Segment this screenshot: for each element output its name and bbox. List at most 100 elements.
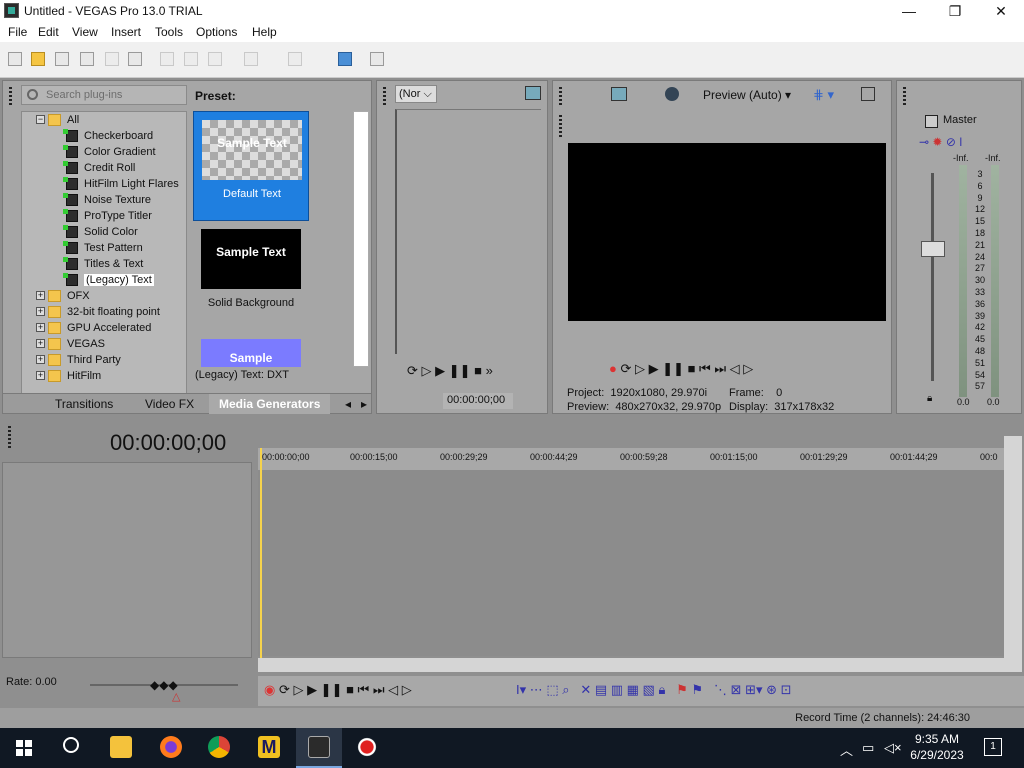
tree-item-credit-roll[interactable]: Credit Roll bbox=[63, 160, 135, 176]
trimmer-monitor-icon[interactable] bbox=[525, 86, 541, 100]
menu-bar: File Edit View Insert Tools Options Help bbox=[0, 22, 1024, 42]
panel-grip[interactable] bbox=[383, 87, 386, 105]
preset-scrollbar[interactable] bbox=[353, 111, 369, 367]
taskbar-firefox[interactable] bbox=[148, 728, 194, 768]
expand-icon[interactable]: + bbox=[36, 323, 45, 332]
folder-icon bbox=[48, 354, 61, 367]
expand-icon[interactable]: + bbox=[36, 339, 45, 348]
collapse-icon[interactable]: − bbox=[36, 115, 45, 124]
menu-file[interactable]: File bbox=[8, 25, 27, 39]
taskbar-clock[interactable]: 9:35 AM 6/29/2023 bbox=[905, 731, 969, 763]
lock-icon[interactable]: 🔒︎ bbox=[927, 393, 932, 404]
tree-item-titles-text[interactable]: Titles & Text bbox=[63, 256, 143, 272]
menu-edit[interactable]: Edit bbox=[38, 25, 59, 39]
master-fx-icons[interactable]: ⊸ ✹ ⊘ ǀ bbox=[919, 135, 962, 149]
tree-item-noise-texture[interactable]: Noise Texture bbox=[63, 192, 151, 208]
panel-grip[interactable] bbox=[8, 426, 11, 448]
menu-help[interactable]: Help bbox=[252, 25, 277, 39]
enable-snapping-icon[interactable] bbox=[338, 52, 352, 66]
redo-icon[interactable] bbox=[288, 52, 302, 66]
tray-chevron-icon[interactable]: ︿ bbox=[840, 740, 853, 759]
properties-icon[interactable] bbox=[128, 52, 142, 66]
taskbar-recorder[interactable] bbox=[344, 728, 390, 768]
preset-third[interactable]: Sample bbox=[193, 337, 309, 367]
taskbar-chrome[interactable] bbox=[196, 728, 242, 768]
panel-grip[interactable] bbox=[9, 87, 12, 105]
tree-item-gpu-accelerated[interactable]: + GPU Accelerated bbox=[36, 320, 151, 336]
timeline-ruler[interactable]: 00:00:00;00 00:00:15;00 00:00:29;29 00:0… bbox=[258, 448, 1004, 470]
record-icon[interactable]: ● bbox=[609, 361, 617, 376]
panel-grip[interactable] bbox=[559, 115, 562, 139]
copy-snapshot-icon[interactable] bbox=[861, 87, 875, 101]
tree-item-protype-titler[interactable]: ProType Titler bbox=[63, 208, 152, 224]
taskbar-vegas[interactable] bbox=[296, 728, 342, 768]
open-folder-icon[interactable] bbox=[31, 52, 45, 66]
save-as-icon[interactable] bbox=[80, 52, 94, 66]
track-area[interactable] bbox=[258, 470, 1004, 656]
search-button[interactable] bbox=[48, 728, 94, 768]
tree-item-hitfilm-light-flares[interactable]: HitFilm Light Flares bbox=[63, 176, 179, 192]
timeline-vertical-scrollbar[interactable] bbox=[1004, 436, 1022, 658]
edit-tools[interactable]: I▾ ⋯ ⬚ ⌕ ✕ ▤ ▥ ▦ ▧ 🔒︎ ⚑ ⚑ ⋱ ⊠ ⊞▾ ⊛ ⊡ bbox=[516, 682, 792, 698]
preset-solid-background[interactable]: Sample Text Solid Background bbox=[193, 227, 309, 317]
timeline-horizontal-scrollbar[interactable] bbox=[258, 658, 1022, 672]
menu-view[interactable]: View bbox=[72, 25, 98, 39]
expand-icon[interactable]: + bbox=[36, 291, 45, 300]
tab-transitions[interactable]: Transitions bbox=[55, 397, 113, 411]
tree-item-test-pattern[interactable]: Test Pattern bbox=[63, 240, 143, 256]
render-icon[interactable] bbox=[105, 52, 119, 66]
panel-grip[interactable] bbox=[903, 87, 906, 105]
tree-item-legacy-text[interactable]: (Legacy) Text bbox=[63, 272, 154, 288]
master-fader-handle[interactable] bbox=[921, 241, 945, 257]
preview-transport[interactable]: ● ⟳ ▷ ▶ ❚❚ ■ ⏮ ⏭ ◁ ▷ bbox=[609, 361, 753, 377]
cut-icon[interactable] bbox=[160, 52, 174, 66]
tab-media-generators[interactable]: Media Generators bbox=[209, 394, 331, 414]
record-icon[interactable]: ◉ bbox=[264, 682, 275, 697]
tree-item-color-gradient[interactable]: Color Gradient bbox=[63, 144, 156, 160]
timeline-transport-buttons[interactable]: ◉ ⟳ ▷ ▶ ❚❚ ■ ⏮ ⏭ ◁ ▷ bbox=[264, 682, 412, 698]
expand-icon[interactable]: + bbox=[36, 307, 45, 316]
taskbar-file-explorer[interactable] bbox=[98, 728, 144, 768]
tab-video-fx[interactable]: Video FX bbox=[145, 397, 194, 411]
menu-options[interactable]: Options bbox=[196, 25, 237, 39]
tree-item-vegas[interactable]: + VEGAS bbox=[36, 336, 105, 352]
tree-item-32bit[interactable]: +32-bit floating point bbox=[36, 304, 160, 320]
preset-default-text[interactable]: Sample Text Default Text bbox=[193, 111, 309, 221]
network-icon[interactable]: ▭ bbox=[862, 740, 874, 756]
tab-scroll-right-icon[interactable]: ▸ bbox=[361, 397, 367, 411]
preview-monitor-icon[interactable] bbox=[611, 87, 627, 101]
volume-icon[interactable]: ◁× bbox=[884, 740, 902, 756]
preview-quality-dropdown[interactable]: Preview (Auto) ▾ bbox=[703, 88, 791, 102]
expand-icon[interactable]: + bbox=[36, 355, 45, 364]
notifications-icon[interactable]: 1 bbox=[984, 738, 1002, 756]
new-project-icon[interactable] bbox=[8, 52, 22, 66]
undo-icon[interactable] bbox=[244, 52, 258, 66]
tree-item-hitfilm[interactable]: + HitFilm bbox=[36, 368, 101, 384]
search-plugins-input[interactable]: Search plug-ins bbox=[21, 85, 187, 105]
menu-insert[interactable]: Insert bbox=[111, 25, 141, 39]
paste-icon[interactable] bbox=[208, 52, 222, 66]
minimize-button[interactable]: — bbox=[886, 0, 932, 22]
maximize-button[interactable]: ❐ bbox=[932, 0, 978, 22]
menu-tools[interactable]: Tools bbox=[155, 25, 183, 39]
what-is-this-icon[interactable] bbox=[370, 52, 384, 66]
expand-icon[interactable]: + bbox=[36, 371, 45, 380]
tab-scroll-left-icon[interactable]: ◂ bbox=[345, 397, 351, 411]
panel-grip[interactable] bbox=[559, 87, 562, 105]
save-icon[interactable] bbox=[55, 52, 69, 66]
taskbar-app-m[interactable]: M bbox=[246, 728, 292, 768]
start-button[interactable] bbox=[0, 728, 46, 768]
trimmer-dropdown[interactable]: (Nor ⌵ bbox=[395, 85, 437, 103]
tree-item-third-party[interactable]: + Third Party bbox=[36, 352, 121, 368]
preset-label: Preset: bbox=[195, 89, 236, 103]
trimmer-transport[interactable]: ⟳ ▷ ▶ ❚❚ ■ » bbox=[407, 363, 493, 379]
overlays-icon[interactable]: ⋕ ▾ bbox=[813, 87, 834, 103]
copy-icon[interactable] bbox=[184, 52, 198, 66]
split-screen-icon[interactable] bbox=[665, 87, 679, 101]
tree-item-ofx[interactable]: + OFX bbox=[36, 288, 90, 304]
tree-item-checkerboard[interactable]: Checkerboard bbox=[63, 128, 153, 144]
close-button[interactable]: ✕ bbox=[978, 0, 1024, 22]
tree-item-all[interactable]: − All bbox=[36, 112, 79, 128]
playhead-cursor[interactable] bbox=[260, 448, 262, 658]
tree-item-solid-color[interactable]: Solid Color bbox=[63, 224, 138, 240]
